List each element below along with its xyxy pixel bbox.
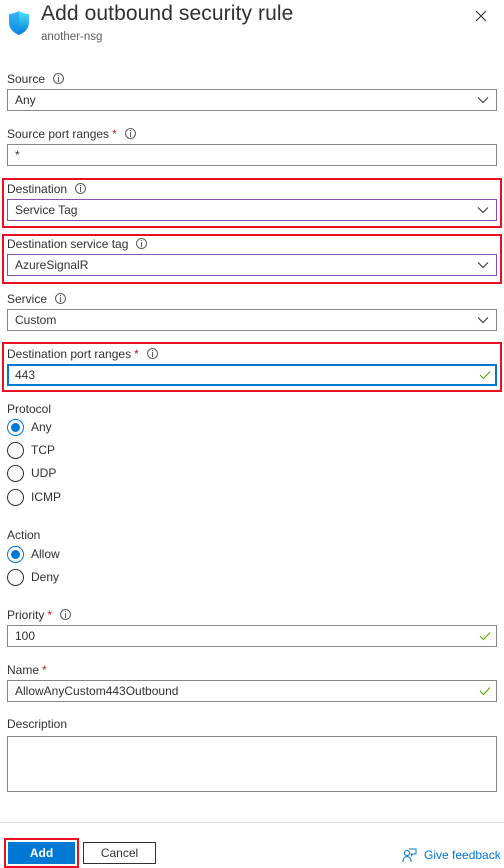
shield-icon	[9, 11, 29, 35]
chevron-down-icon	[477, 97, 489, 104]
source-port-ranges-value: *	[15, 148, 20, 162]
source-field: Source Any	[7, 71, 497, 111]
required-marker: *	[134, 347, 139, 361]
destination-service-tag-label: Destination service tag	[7, 237, 129, 251]
destination-service-tag-field: Destination service tag AzureSignalR	[7, 236, 497, 276]
chevron-down-icon	[477, 207, 489, 214]
chevron-down-icon	[477, 317, 489, 324]
name-value: AllowAnyCustom443Outbound	[15, 684, 179, 698]
feedback-icon	[402, 848, 417, 862]
add-button[interactable]: Add	[8, 842, 75, 864]
page-subtitle: another-nsg	[41, 31, 103, 43]
info-icon[interactable]	[136, 238, 148, 249]
chevron-down-icon	[477, 262, 489, 269]
required-marker: *	[42, 663, 47, 677]
source-label: Source	[7, 72, 46, 86]
protocol-label: Protocol	[7, 402, 52, 416]
destination-service-tag-value: AzureSignalR	[15, 258, 89, 272]
action-label: Action	[7, 528, 41, 542]
cancel-button[interactable]: Cancel	[83, 842, 156, 864]
info-icon[interactable]	[55, 293, 67, 304]
info-icon[interactable]	[53, 73, 65, 84]
checkmark-icon	[479, 371, 491, 380]
service-label: Service	[7, 292, 48, 306]
protocol-option-icmp[interactable]: ICMP	[7, 487, 61, 507]
priority-field: Priority * 100	[7, 607, 497, 647]
checkmark-icon	[479, 632, 491, 641]
name-label: Name	[7, 663, 40, 677]
action-option-allow[interactable]: Allow	[7, 544, 60, 564]
service-field: Service Custom	[7, 291, 497, 331]
destination-service-tag-dropdown[interactable]: AzureSignalR	[7, 254, 497, 276]
destination-field: Destination Service Tag	[7, 181, 497, 221]
give-feedback-label: Give feedback	[424, 848, 501, 862]
destination-label: Destination	[7, 182, 68, 196]
page-title: Add outbound security rule	[41, 2, 294, 25]
close-icon[interactable]	[472, 7, 490, 25]
info-icon[interactable]	[124, 128, 136, 139]
destination-port-ranges-input[interactable]: 443	[7, 364, 497, 386]
description-label: Description	[7, 717, 68, 731]
destination-port-ranges-value: 443	[15, 368, 36, 382]
service-value: Custom	[15, 313, 57, 327]
source-port-ranges-input[interactable]: *	[7, 144, 497, 166]
action-option-deny[interactable]: Deny	[7, 567, 59, 587]
radio-selected-icon[interactable]	[7, 545, 24, 563]
radio-icon[interactable]	[7, 488, 24, 506]
radio-selected-icon[interactable]	[7, 418, 24, 436]
radio-icon[interactable]	[7, 464, 24, 482]
service-dropdown[interactable]: Custom	[7, 309, 497, 331]
required-marker: *	[112, 127, 117, 141]
checkmark-icon	[479, 687, 491, 696]
destination-port-ranges-field: Destination port ranges * 443	[7, 346, 497, 386]
name-input[interactable]: AllowAnyCustom443Outbound	[7, 680, 497, 702]
info-icon[interactable]	[75, 183, 87, 194]
radio-icon[interactable]	[7, 441, 24, 459]
source-port-ranges-field: Source port ranges * *	[7, 126, 497, 166]
source-dropdown[interactable]: Any	[7, 89, 497, 111]
destination-value: Service Tag	[15, 203, 78, 217]
source-port-ranges-label: Source port ranges	[7, 127, 110, 141]
protocol-option-udp[interactable]: UDP	[7, 463, 56, 483]
info-icon[interactable]	[60, 609, 72, 620]
panel-header: Add outbound security rule another-nsg	[0, 0, 504, 60]
protocol-option-tcp[interactable]: TCP	[7, 440, 55, 460]
required-marker: *	[47, 608, 53, 622]
source-value: Any	[15, 93, 36, 107]
name-field: Name * AllowAnyCustom443Outbound	[7, 662, 497, 702]
priority-label: Priority	[7, 608, 45, 622]
info-icon[interactable]	[146, 348, 158, 359]
destination-port-ranges-label: Destination port ranges	[7, 347, 132, 361]
footer-divider	[0, 822, 504, 823]
priority-input[interactable]: 100	[7, 625, 497, 647]
destination-dropdown[interactable]: Service Tag	[7, 199, 497, 221]
give-feedback-link[interactable]: Give feedback	[402, 846, 501, 864]
radio-icon[interactable]	[7, 568, 24, 586]
priority-value: 100	[15, 629, 36, 643]
protocol-option-any[interactable]: Any	[7, 417, 52, 437]
description-textarea[interactable]	[7, 736, 497, 792]
